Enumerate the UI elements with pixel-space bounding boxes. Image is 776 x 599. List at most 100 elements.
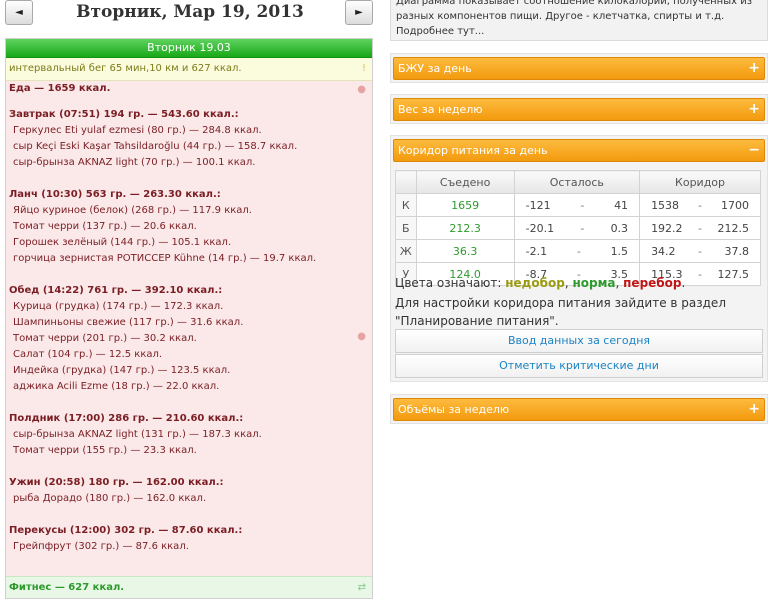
left-column: ◄ Вторник, Мар 19, 2013 ► Вторник 19.03 … xyxy=(0,0,380,599)
meal-title: Завтрак (07:51) 194 гр. — 543.60 ккал.: xyxy=(9,109,239,120)
corridor-range: 1538 - 1700 xyxy=(639,193,761,217)
prev-day-button[interactable]: ◄ xyxy=(5,0,33,25)
meal-item: горчица зернистая РОТИССЕР Kühne (14 гр.… xyxy=(13,253,317,264)
under-label: недобор xyxy=(505,276,565,290)
meal-supper: Ужин (20:58) 180 гр. — 162.00 ккал.: рыб… xyxy=(9,475,359,507)
meal-item: Томат черри (201 гр.) — 30.2 ккал. xyxy=(13,333,197,344)
meal-title: Перекусы (12:00) 302 гр. — 87.60 ккал.: xyxy=(9,525,243,536)
over-label: перебор xyxy=(623,276,682,290)
mark-critical-days-button[interactable]: Отметить критические дни xyxy=(395,354,763,378)
range-max: 212.5 xyxy=(717,221,749,235)
panel-title: Вес за неделю xyxy=(398,103,483,116)
range-max: 1700 xyxy=(720,198,749,212)
range-min: 1538 xyxy=(651,198,680,212)
meal-item: сыр Keçi Eski Kaşar Tahsildaroğlu (44 гр… xyxy=(13,141,298,152)
meal-breakfast: Завтрак (07:51) 194 гр. — 543.60 ккал.: … xyxy=(9,107,359,171)
arrows-icon: ⇄ xyxy=(357,582,366,593)
meal-afternoon-snack: Полдник (17:00) 286 гр. — 210.60 ккал.: … xyxy=(9,411,359,459)
norm-label: норма xyxy=(572,276,616,290)
meal-snacks: Перекусы (12:00) 302 гр. — 87.60 ккал.: … xyxy=(9,523,359,555)
meal-dinner: Обед (14:22) 761 гр. — 392.10 ккал.: Кур… xyxy=(9,283,359,395)
meal-item: аджика Acili Ezme (18 гр.) — 22.0 ккал. xyxy=(13,381,220,392)
range-dash: - xyxy=(580,221,585,235)
activity-line[interactable]: интервальный бег 65 мин,10 км и 627 ккал… xyxy=(6,58,372,81)
food-log: Еда — 1659 ккал. ● ● Завтрак (07:51) 194… xyxy=(6,81,372,577)
meal-title: Обед (14:22) 761 гр. — 392.10 ккал.: xyxy=(9,285,223,296)
settings-note: Для настройки коридора питания зайдите в… xyxy=(395,296,726,328)
day-panel: Вторник 19.03 интервальный бег 65 мин,10… xyxy=(5,38,373,599)
meal-item: Томат черри (155 гр.) — 23.3 ккал. xyxy=(13,445,197,456)
remaining-range: -20.1 - 0.3 xyxy=(513,216,641,240)
table-row: Б 212.3 -20.1 - 0.3 192.2 - 212.5 xyxy=(395,216,761,240)
meal-item: рыба Дорадо (180 гр.) — 162.0 ккал. xyxy=(13,493,207,504)
row-label: Ж xyxy=(395,239,417,263)
meal-item: Индейка (грудка) (147 гр.) — 123.5 ккал. xyxy=(13,365,231,376)
column-header: Осталось xyxy=(513,170,641,194)
meal-item: Шампиньоны свежие (117 гр.) — 31.6 ккал. xyxy=(13,317,244,328)
meal-item: Курица (грудка) (174 гр.) — 172.3 ккал. xyxy=(13,301,224,312)
description-line: разных компонентов пищи. Другое - клетча… xyxy=(396,11,725,22)
range-min: 34.2 xyxy=(651,244,676,258)
meal-item: Грейпфрут (302 гр.) — 87.6 ккал. xyxy=(13,541,189,552)
meal-item: Томат черри (137 гр.) — 20.6 ккал. xyxy=(13,221,197,232)
bju-panel-header[interactable]: БЖУ за день + xyxy=(393,57,765,80)
enter-today-button[interactable]: Ввод данных за сегодня xyxy=(395,329,763,353)
right-column: Диаграмма показывает соотношение килокал… xyxy=(390,0,770,599)
remaining-range: -121 - 41 xyxy=(513,193,641,217)
activity-text: интервальный бег 65 мин,10 км и 627 ккал… xyxy=(9,63,242,74)
meal-item: сыр-брынза AKNAZ light (70 гр.) — 100.1 … xyxy=(13,157,256,168)
date-title: Вторник, Мар 19, 2013 xyxy=(76,2,304,22)
collapse-icon: − xyxy=(748,142,760,158)
row-label: Б xyxy=(395,216,417,240)
range-min: -20.1 xyxy=(525,221,555,235)
table-row: К 1659 -121 - 41 1538 - 1700 xyxy=(395,193,761,217)
meal-item: Яйцо куриное (белок) (268 гр.) — 117.9 к… xyxy=(13,205,252,216)
diagram-description: Диаграмма показывает соотношение килокал… xyxy=(390,0,768,41)
row-label: К xyxy=(395,193,417,217)
apple-icon: ● xyxy=(357,84,366,95)
separator: , xyxy=(615,276,624,290)
colors-legend: Цвета означают: недобор, норма, перебор. xyxy=(395,274,685,292)
range-dash: - xyxy=(698,267,703,281)
table-row: Ж 36.3 -2.1 - 1.5 34.2 - 37.8 xyxy=(395,239,761,263)
range-max: 1.5 xyxy=(610,244,629,258)
meal-item: Геркулес Eti yulaf ezmesi (80 гр.) — 284… xyxy=(13,125,262,136)
range-max: 37.8 xyxy=(724,244,749,258)
fitness-text: Фитнес — 627 ккал. xyxy=(9,582,125,593)
panel-title: БЖУ за день xyxy=(398,62,472,75)
range-max: 0.3 xyxy=(610,221,629,235)
range-max: 41 xyxy=(614,198,629,212)
range-min: -2.1 xyxy=(525,244,548,258)
next-day-button[interactable]: ► xyxy=(345,0,373,25)
date-header: ◄ Вторник, Мар 19, 2013 ► xyxy=(0,0,380,34)
corridor-table: Съедено Осталось Коридор К 1659 -121 - 41 … xyxy=(395,170,761,286)
range-min: 192.2 xyxy=(651,221,683,235)
weight-panel-header[interactable]: Вес за неделю + xyxy=(393,98,765,121)
range-dash: - xyxy=(576,244,581,258)
panel-title: Объёмы за неделю xyxy=(398,403,510,416)
range-dash: - xyxy=(698,244,703,258)
range-max: 127.5 xyxy=(717,267,749,281)
eaten-value: 212.3 xyxy=(415,216,515,240)
eaten-value: 36.3 xyxy=(415,239,515,263)
meal-title: Ужин (20:58) 180 гр. — 162.00 ккал.: xyxy=(9,477,224,488)
meal-title: Полдник (17:00) 286 гр. — 210.60 ккал.: xyxy=(9,413,244,424)
meal-item: Горошек зелёный (144 гр.) — 105.1 ккал. xyxy=(13,237,232,248)
fitness-line[interactable]: Фитнес — 627 ккал. ⇄ xyxy=(6,576,372,598)
expand-icon: + xyxy=(748,60,760,76)
expand-icon: + xyxy=(748,101,760,117)
range-min: -121 xyxy=(525,198,551,212)
volumes-panel-header[interactable]: Объёмы за неделю + xyxy=(393,398,765,421)
corridor-body: Съедено Осталось Коридор К 1659 -121 - 41 … xyxy=(390,164,768,382)
corridor-panel-header[interactable]: Коридор питания за день − xyxy=(393,139,765,162)
meal-lunch: Ланч (10:30) 563 гр. — 263.30 ккал.: Яйц… xyxy=(9,187,359,267)
table-header-row: Съедено Осталось Коридор xyxy=(395,170,761,194)
eaten-value: 1659 xyxy=(415,193,515,217)
range-dash: - xyxy=(580,198,585,212)
day-bar-title: Вторник 19.03 xyxy=(6,39,372,58)
remaining-range: -2.1 - 1.5 xyxy=(513,239,641,263)
range-dash: - xyxy=(698,198,703,212)
description-line: Диаграмма показывает соотношение килокал… xyxy=(396,0,753,7)
more-link[interactable]: Подробнее тут... xyxy=(396,24,762,39)
panel-title: Коридор питания за день xyxy=(398,144,548,157)
